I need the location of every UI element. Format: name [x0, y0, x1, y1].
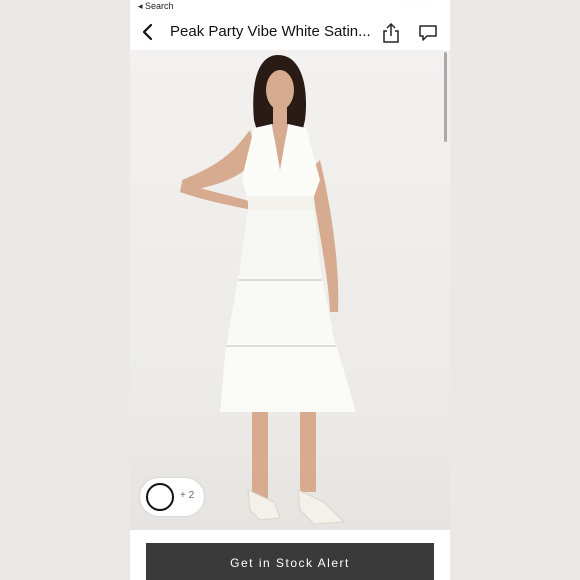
back-to-app-link[interactable]: ◂ Search — [138, 1, 174, 12]
share-icon[interactable] — [380, 22, 402, 44]
white-swatch[interactable] — [146, 483, 174, 511]
color-swatches[interactable]: + 2 — [140, 478, 204, 516]
page-title: Peak Party Vibe White Satin... — [170, 23, 370, 40]
status-icons: ▪▪ ▪▪▪ — [405, 0, 432, 5]
comment-icon[interactable] — [418, 24, 438, 42]
chevron-left-icon[interactable] — [138, 22, 158, 42]
nav-bar: Peak Party Vibe White Satin... — [130, 14, 450, 51]
more-swatches-count: + 2 — [180, 490, 195, 501]
product-image[interactable]: + 2 — [130, 50, 450, 530]
app-screen: ◂ Search ▪▪ ▪▪▪ Peak Party Vibe White Sa… — [130, 0, 450, 580]
stock-alert-button[interactable]: Get in Stock Alert — [146, 543, 434, 580]
model-photo-illustration — [180, 55, 356, 525]
scrollbar[interactable] — [444, 52, 447, 142]
status-bar: ◂ Search ▪▪ ▪▪▪ — [130, 0, 450, 14]
